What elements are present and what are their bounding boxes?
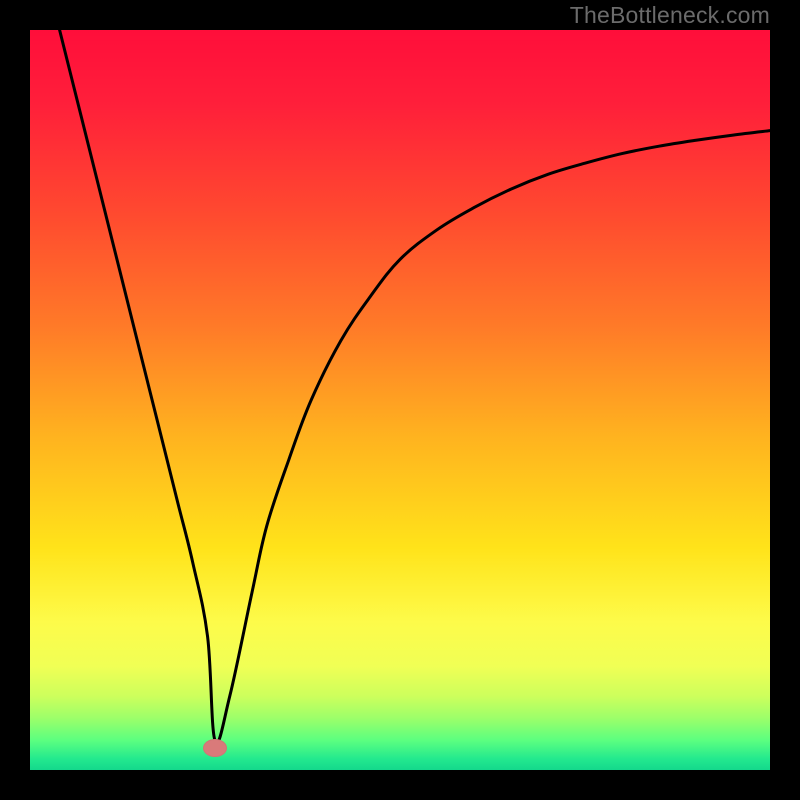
chart-frame: TheBottleneck.com: [0, 0, 800, 800]
watermark-text: TheBottleneck.com: [570, 4, 770, 27]
optimal-point-marker: [203, 739, 227, 757]
plot-area: [30, 30, 770, 770]
bottleneck-curve: [30, 30, 770, 770]
